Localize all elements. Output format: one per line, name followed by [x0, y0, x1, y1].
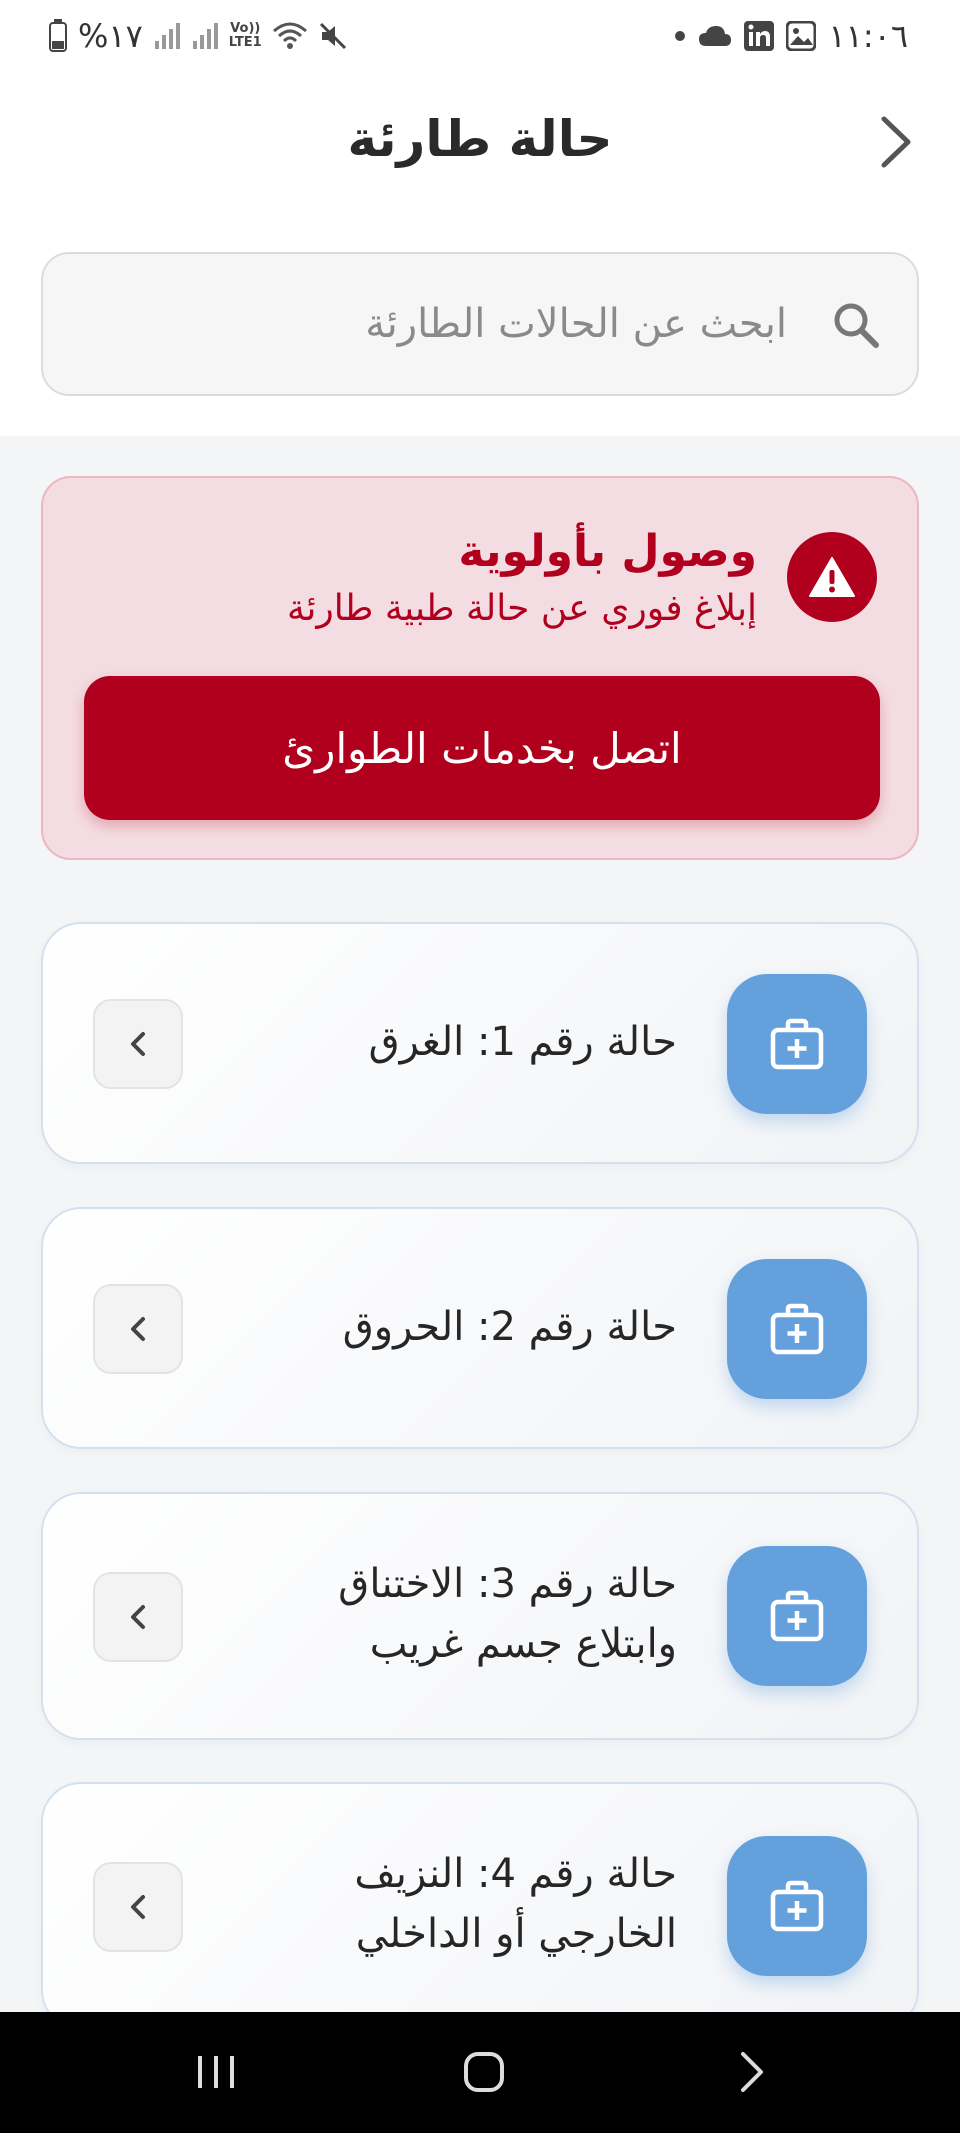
mute-icon [318, 21, 348, 51]
case-open-button[interactable] [93, 1572, 183, 1662]
case-card-3[interactable]: حالة رقم 3: الاختناق وابتلاع جسم غريب [41, 1492, 919, 1740]
priority-title: وصول بأولوية [458, 526, 757, 577]
case-label-line1: حالة رقم 3: الاختناق [338, 1561, 677, 1607]
home-button[interactable] [444, 2042, 524, 2102]
chevron-left-icon [131, 1605, 145, 1629]
priority-access-card: وصول بأولوية إبلاغ فوري عن حالة طبية طار… [41, 476, 919, 860]
signal-icon [153, 21, 181, 51]
case-open-button[interactable] [93, 1284, 183, 1374]
content-area: وصول بأولوية إبلاغ فوري عن حالة طبية طار… [0, 436, 960, 2012]
signal-icon-2 [191, 21, 219, 51]
search-icon[interactable] [831, 300, 881, 350]
clock: ١١:٠٦ [828, 17, 908, 55]
home-icon [464, 2052, 504, 2092]
medical-kit-icon [770, 1303, 824, 1355]
case-label-line2: الخارجي أو الداخلي [355, 1911, 677, 1957]
case-icon-container [727, 1546, 867, 1686]
case-open-button[interactable] [93, 1862, 183, 1952]
alert-badge [787, 532, 877, 622]
case-label: حالة رقم 4: النزيف الخارجي أو الداخلي [237, 1844, 677, 1964]
recent-apps-icon [198, 2056, 234, 2088]
medical-kit-icon [770, 1880, 824, 1932]
linkedin-icon [744, 21, 775, 51]
volte-label: Vo)) [230, 21, 261, 36]
chevron-left-icon [131, 1317, 145, 1341]
case-icon-container [727, 1259, 867, 1399]
recent-apps-button[interactable] [176, 2042, 256, 2102]
warning-triangle-icon [809, 557, 855, 597]
wifi-icon [272, 21, 308, 51]
case-label-line1: حالة رقم 1: الغرق [368, 1019, 677, 1065]
search-input[interactable] [87, 254, 787, 394]
case-label-line1: حالة رقم 2: الحروق [342, 1304, 677, 1350]
status-bar-left: %١٧ Vo)) LTE1 [48, 14, 348, 58]
system-nav-bar [0, 2012, 960, 2133]
chevron-right-icon [741, 2052, 763, 2092]
chevron-left-icon [131, 1032, 145, 1056]
case-icon-container [727, 974, 867, 1114]
case-icon-container [727, 1836, 867, 1976]
case-card-4[interactable]: حالة رقم 4: النزيف الخارجي أو الداخلي [41, 1782, 919, 2012]
case-label-line2: وابتلاع جسم غريب [369, 1621, 677, 1667]
chevron-left-icon [131, 1895, 145, 1919]
call-emergency-button[interactable]: اتصل بخدمات الطوارئ [84, 676, 880, 820]
case-label: حالة رقم 3: الاختناق وابتلاع جسم غريب [237, 1554, 677, 1674]
status-bar-right: ١١:٠٦ [674, 14, 908, 58]
case-card-2[interactable]: حالة رقم 2: الحروق [41, 1207, 919, 1449]
priority-subtitle: إبلاغ فوري عن حالة طبية طارئة [287, 588, 757, 629]
battery-icon [48, 19, 68, 53]
case-card-1[interactable]: حالة رقم 1: الغرق [41, 922, 919, 1164]
lte-label: LTE1 [228, 35, 262, 50]
battery-percent: %١٧ [78, 17, 143, 55]
back-nav-button[interactable] [712, 2042, 792, 2102]
search-section [0, 212, 960, 436]
chevron-right-icon [881, 116, 911, 168]
case-label: حالة رقم 2: الحروق [237, 1297, 677, 1357]
page-title: حالة طارئة [347, 110, 613, 168]
app-header: حالة طارئة [0, 72, 960, 212]
medical-kit-icon [770, 1018, 824, 1070]
status-bar: %١٧ Vo)) LTE1 ١١:٠٦ [0, 0, 960, 72]
search-box[interactable] [41, 252, 919, 396]
case-label: حالة رقم 1: الغرق [237, 1012, 677, 1072]
gallery-icon [786, 21, 817, 51]
volte-icon: Vo)) LTE1 [229, 22, 262, 50]
case-open-button[interactable] [93, 999, 183, 1089]
cloud-icon [698, 24, 732, 48]
medical-kit-icon [770, 1590, 824, 1642]
case-label-line1: حالة رقم 4: النزيف [354, 1851, 677, 1897]
dot-icon [674, 30, 686, 42]
back-button[interactable] [866, 110, 926, 174]
